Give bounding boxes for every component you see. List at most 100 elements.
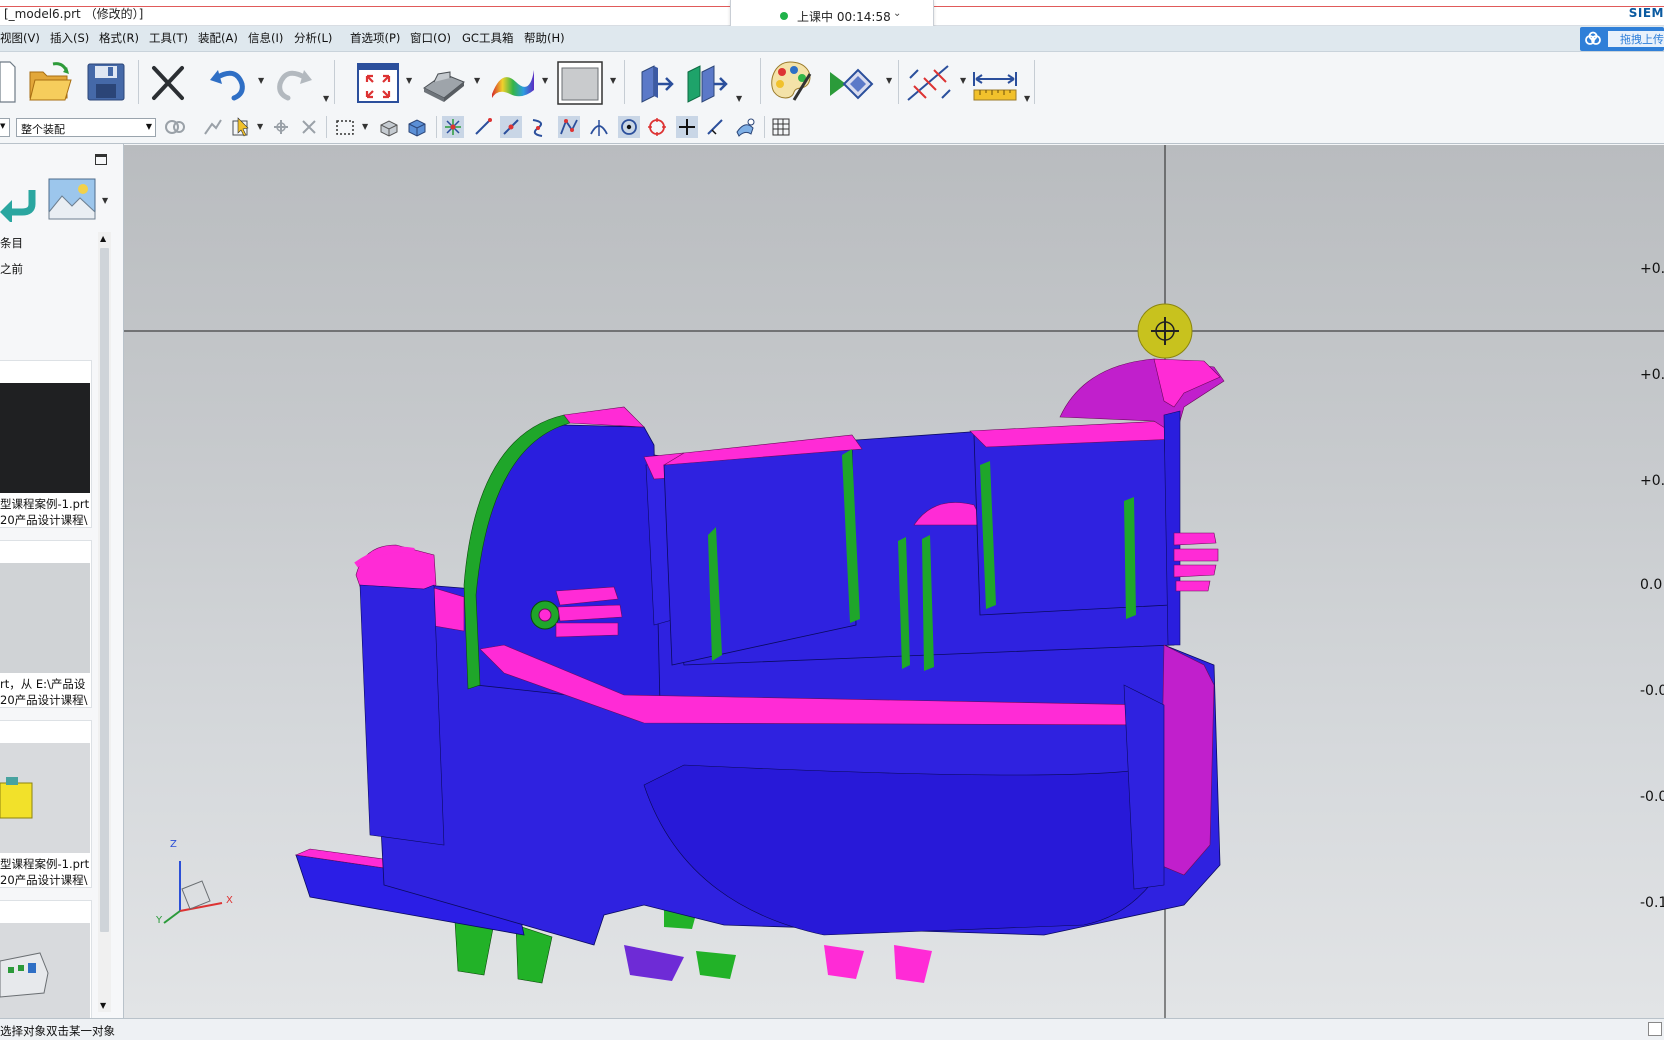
component-select-icon[interactable] xyxy=(406,116,428,138)
deselect-icon[interactable] xyxy=(202,116,224,138)
assembly-filter-icon[interactable] xyxy=(164,116,186,138)
open-folder-icon[interactable] xyxy=(27,60,73,104)
history-subheader: 之前 xyxy=(0,262,23,276)
point-construction-icon[interactable] xyxy=(904,60,954,106)
scroll-thumb[interactable] xyxy=(100,248,109,932)
history-card[interactable]: 型课程案例-1.prt 20产品设计课程\ xyxy=(0,360,92,528)
menu-information[interactable]: 信息(I) xyxy=(248,30,283,46)
redo-icon[interactable] xyxy=(272,62,316,102)
menu-bar: 视图(V) 插入(S) 格式(R) 工具(T) 装配(A) 信息(I) 分析(L… xyxy=(0,26,1664,52)
undo-dropdown-icon[interactable]: ▼ xyxy=(258,76,264,85)
snap-on-curve-icon[interactable] xyxy=(704,116,726,138)
y-axis-label: +0. xyxy=(1640,367,1664,383)
menu-insert[interactable]: 插入(S) xyxy=(50,30,89,46)
view-dropdown-icon[interactable]: ▼ xyxy=(406,76,412,85)
rotate-cursor-icon xyxy=(1137,303,1193,359)
y-axis-label: 0.0 xyxy=(1640,577,1663,593)
palette-icon[interactable] xyxy=(766,58,816,106)
snap-curve-icon[interactable] xyxy=(528,116,550,138)
history-card[interactable] xyxy=(0,900,92,1021)
menu-view[interactable]: 视图(V) xyxy=(0,30,40,46)
triad-y-label: Y xyxy=(156,915,163,926)
rectangle-select-icon[interactable] xyxy=(334,116,356,138)
scroll-down-icon[interactable]: ▼ xyxy=(100,1001,106,1010)
snap-arc-center-icon[interactable] xyxy=(618,116,640,138)
select-filter-dropdown-icon[interactable]: ▼ xyxy=(257,122,263,131)
scroll-up-icon[interactable]: ▲ xyxy=(100,234,106,243)
snap-line-icon[interactable] xyxy=(472,116,494,138)
fit-view-icon[interactable] xyxy=(356,60,400,104)
recording-dot-icon xyxy=(780,12,788,20)
cloud-upload-label: 拖拽上传 xyxy=(1608,31,1664,47)
recording-status: 上课中 00:14:58 xyxy=(797,10,891,24)
yellow-part-thumbnail xyxy=(0,777,33,819)
menu-window[interactable]: 窗口(O) xyxy=(410,30,451,46)
maximize-icon[interactable] xyxy=(95,154,107,165)
menu-format[interactable]: 格式(R) xyxy=(99,30,139,46)
save-icon[interactable] xyxy=(86,62,126,102)
y-axis-label: +0. xyxy=(1640,473,1664,489)
card-thumbnail xyxy=(0,563,90,673)
menu-tools[interactable]: 工具(T) xyxy=(149,30,188,46)
show-hide-dropdown-icon[interactable]: ▼ xyxy=(886,76,892,85)
assembly-dropdown-icon[interactable]: ▼ xyxy=(736,94,742,103)
face-analysis-icon[interactable] xyxy=(488,64,536,100)
landscape-icon[interactable] xyxy=(48,178,96,220)
back-arrow-icon[interactable] xyxy=(0,180,40,222)
status-toggle-button[interactable] xyxy=(1648,1022,1662,1036)
new-file-icon[interactable] xyxy=(0,60,16,104)
render-style-dropdown-icon[interactable]: ▼ xyxy=(474,76,480,85)
measure-distance-icon[interactable] xyxy=(970,64,1020,104)
select-mode-dropdown-icon[interactable]: ▼ xyxy=(362,122,368,131)
body-select-icon[interactable] xyxy=(378,116,400,138)
select-filter-icon[interactable] xyxy=(230,116,252,138)
cloud-upload-button[interactable]: 拖拽上传 xyxy=(1580,27,1664,51)
chevron-down-icon: ▼ xyxy=(145,122,152,131)
redo-dropdown-icon[interactable]: ▼ xyxy=(323,94,329,103)
menu-analysis[interactable]: 分析(L) xyxy=(294,30,332,46)
undo-icon[interactable] xyxy=(206,62,250,102)
snap-control-point-icon[interactable] xyxy=(558,116,580,138)
menu-gc-toolbox[interactable]: GC工具箱 xyxy=(462,30,513,46)
background-dropdown-icon[interactable]: ▼ xyxy=(610,76,616,85)
toolbar-separator xyxy=(898,60,899,104)
analysis-dropdown-icon[interactable]: ▼ xyxy=(542,76,548,85)
snap-midpoint-icon[interactable] xyxy=(500,116,522,138)
card-path: 20产品设计课程\ xyxy=(0,873,88,887)
history-card[interactable]: rt，从 E:\产品设 20产品设计课程\ xyxy=(0,540,92,708)
card-thumbnail xyxy=(0,383,90,493)
snap-quadrant-icon[interactable] xyxy=(646,116,668,138)
selection-toolbar: ▼ 整个装配 ▼ ▼ ▼ xyxy=(0,110,1664,144)
history-scrollbar[interactable]: ▲ ▼ xyxy=(98,232,111,1012)
card-path: 20产品设计课程\ xyxy=(0,513,88,527)
snap-on-surface-icon[interactable] xyxy=(734,116,756,138)
snap-settings-icon[interactable] xyxy=(298,116,320,138)
background-icon[interactable] xyxy=(556,60,604,106)
snap-point-icon[interactable] xyxy=(270,116,292,138)
type-filter-dropdown[interactable]: ▼ xyxy=(0,118,10,137)
card-thumbnail xyxy=(0,743,90,853)
history-card[interactable]: 型课程案例-1.prt 20产品设计课程\ xyxy=(0,720,92,888)
snap-intersection-icon[interactable] xyxy=(588,116,610,138)
measure-dropdown-icon[interactable]: ▼ xyxy=(1024,94,1030,103)
snap-existing-point-icon[interactable] xyxy=(676,116,698,138)
snap-endpoint-icon[interactable] xyxy=(442,116,464,138)
menu-assembly[interactable]: 装配(A) xyxy=(198,30,238,46)
point-dropdown-icon[interactable]: ▼ xyxy=(960,76,966,85)
move-component-icon[interactable] xyxy=(680,62,732,104)
delete-icon[interactable] xyxy=(148,64,188,102)
card-filename: 型课程案例-1.prt xyxy=(0,857,90,871)
assembly-scope-select[interactable]: 整个装配 ▼ xyxy=(16,118,156,137)
standard-toolbar: ▼ ▼ ▼ ▼ ▼ ▼ ▼ ▼ ▼ ▼ xyxy=(0,52,1664,110)
shaded-display-icon[interactable] xyxy=(420,62,466,102)
show-hide-icon[interactable] xyxy=(826,66,878,102)
grid-icon[interactable] xyxy=(770,116,792,138)
chevron-down-icon[interactable]: ⌄ xyxy=(893,8,901,19)
wcs-dynamics-icon[interactable] xyxy=(632,62,676,104)
graphics-viewport[interactable]: Z X Y +0. +0. +0. 0.0 -0.0 -0.0 -0.1 xyxy=(124,145,1664,1018)
assembly-model[interactable] xyxy=(124,145,1664,1018)
assembly-scope-value: 整个装配 xyxy=(21,123,65,136)
menu-help[interactable]: 帮助(H) xyxy=(524,30,565,46)
landscape-dropdown-icon[interactable]: ▼ xyxy=(102,196,108,205)
menu-preferences[interactable]: 首选项(P) xyxy=(350,30,400,46)
